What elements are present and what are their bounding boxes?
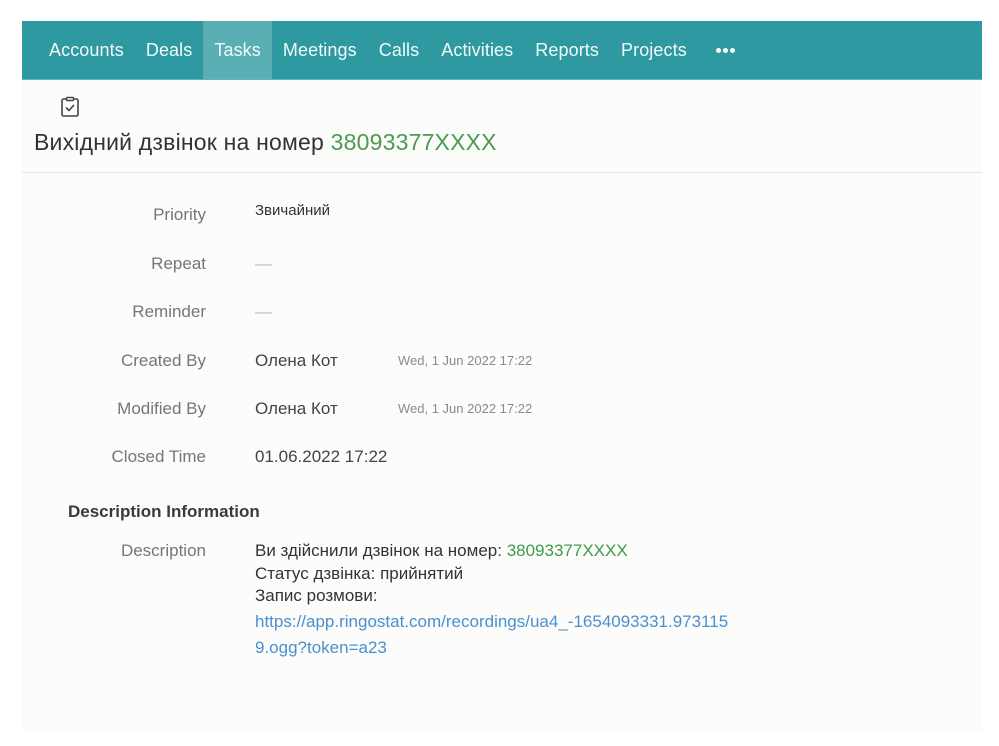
clipboard-check-icon [61,96,79,117]
nav-tab-accounts[interactable]: Accounts [38,21,135,79]
record-title: Вихідний дзвінок на номер 38093377XXXX [34,129,497,156]
nav-tab-activities[interactable]: Activities [430,21,524,79]
section-heading-description: Description Information [68,502,260,521]
nav-tab-calls[interactable]: Calls [368,21,431,79]
nav-tab-deals[interactable]: Deals [135,21,204,79]
field-created-by: Created By Олена Кот Wed, 1 Jun 2022 17:… [22,351,982,375]
nav-tab-tasks[interactable]: Tasks [203,21,272,79]
field-value[interactable]: Звичайний [255,202,330,219]
field-value[interactable]: — [255,302,272,322]
description-line-3: Запис розмови: [255,586,378,605]
field-value: Олена Кот [255,399,338,418]
nav-tab-reports[interactable]: Reports [524,21,610,79]
field-label: Created By [120,351,206,370]
record-title-text: Вихідний дзвінок на номер [34,129,325,155]
record-title-phone: 38093377XXXX [330,129,497,155]
more-dot [729,47,735,53]
field-value[interactable]: — [255,254,272,274]
field-label: Repeat [151,254,206,273]
recording-link[interactable]: https://app.ringostat.com/recordings/ua4… [255,609,740,661]
field-value: 01.06.2022 17:22 [255,447,388,466]
field-timestamp: Wed, 1 Jun 2022 17:22 [398,401,533,416]
top-navigation: Accounts Deals Tasks Meetings Calls Acti… [22,21,982,80]
field-timestamp: Wed, 1 Jun 2022 17:22 [398,353,533,368]
description-phone: 38093377XXXX [506,541,628,560]
more-dot [715,47,721,53]
field-closed-time: Closed Time 01.06.2022 17:22 [22,447,982,471]
field-label: Modified By [117,399,206,418]
field-value: Олена Кот [255,351,338,370]
field-reminder: Reminder — [22,302,982,326]
more-horizontal-icon[interactable] [698,21,751,79]
header-divider [22,172,982,173]
description-value[interactable]: Ви здійснили дзвінок на номер: 38093377X… [255,540,755,661]
field-label-description: Description [120,541,206,560]
description-line-2: Статус дзвінка: прийнятий [255,563,464,583]
more-dot [722,47,728,53]
nav-tab-projects[interactable]: Projects [610,21,698,79]
description-call-text: Ви здійснили дзвінок на номер: [255,541,502,560]
field-priority: Priority Звичайний [22,202,982,229]
field-repeat: Repeat — [22,254,982,278]
description-line-1: Ви здійснили дзвінок на номер: 38093377X… [255,540,755,563]
record-page: Accounts Deals Tasks Meetings Calls Acti… [22,21,982,731]
nav-tab-meetings[interactable]: Meetings [272,21,368,79]
field-label: Priority [153,205,206,224]
field-label: Closed Time [111,447,206,466]
field-label: Reminder [132,302,206,321]
field-modified-by: Modified By Олена Кот Wed, 1 Jun 2022 17… [22,399,982,423]
